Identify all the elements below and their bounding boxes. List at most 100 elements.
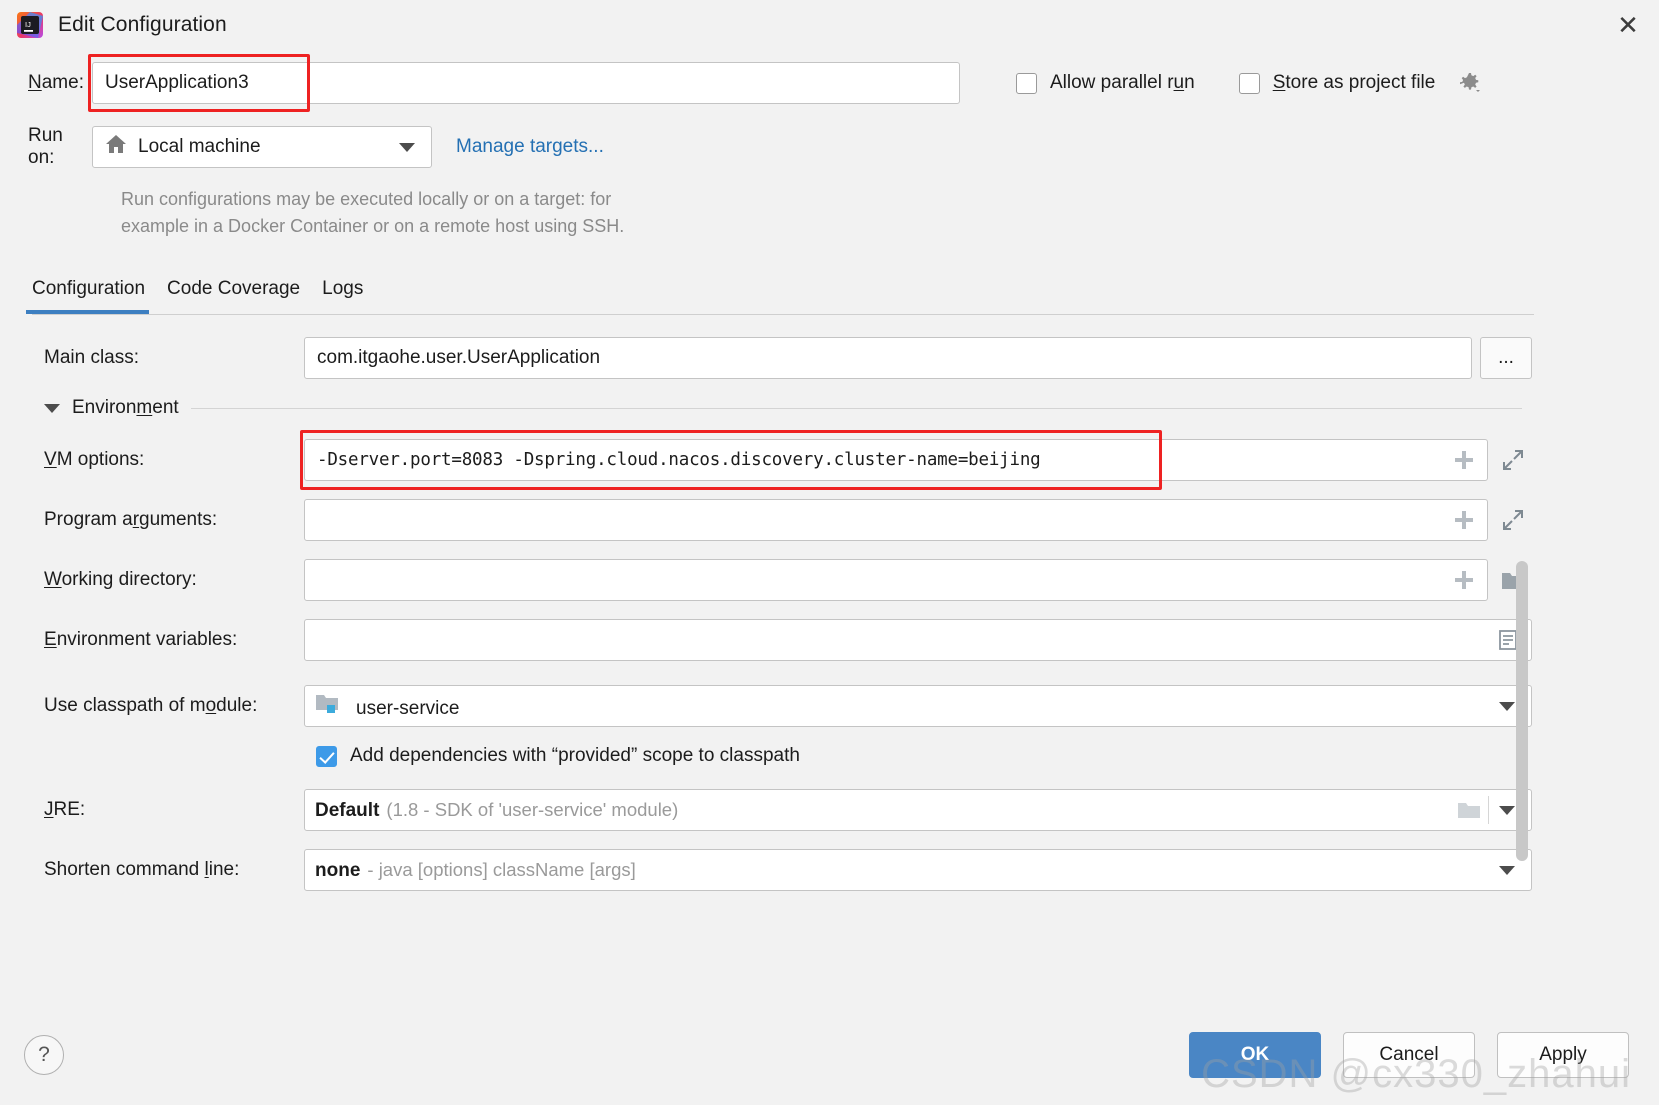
tab-code-coverage[interactable]: Code Coverage (167, 278, 310, 310)
store-as-project-file-label: Store as project file (1272, 72, 1436, 93)
working-directory-input[interactable] (304, 559, 1488, 601)
jre-value-bold: Default (315, 799, 380, 821)
section-divider (190, 407, 1522, 409)
chevron-down-icon[interactable] (1499, 805, 1515, 815)
run-on-hint-line2: example in a Docker Container or on a re… (121, 216, 625, 236)
chevron-down-icon[interactable] (399, 142, 415, 152)
run-on-hint: Run configurations may be executed local… (121, 186, 761, 240)
vm-options-input[interactable]: -Dserver.port=8083 -Dspring.cloud.nacos.… (304, 439, 1488, 481)
chevron-down-icon[interactable] (1499, 865, 1515, 875)
vm-options-control: -Dserver.port=8083 -Dspring.cloud.nacos.… (300, 430, 1532, 490)
working-directory-control (304, 559, 1532, 601)
vm-options-label: VM options: (44, 449, 145, 470)
run-on-value: Local machine (138, 136, 261, 157)
shorten-command-line-row: Shorten command line: none - java [optio… (32, 849, 1534, 891)
main-class-value: com.itgaohe.user.UserApplication (317, 347, 601, 368)
name-field-wrapper: UserApplication3 (88, 54, 960, 112)
run-on-hint-line1: Run configurations may be executed local… (121, 189, 612, 209)
shorten-command-line-value-detail: - java [options] className [args] (367, 858, 636, 880)
scrollbar-thumb[interactable] (1516, 561, 1528, 861)
main-class-input[interactable]: com.itgaohe.user.UserApplication (304, 337, 1472, 379)
shorten-command-line-dropdown[interactable]: none - java [options] className [args] (304, 849, 1532, 891)
main-class-label: Main class: (44, 347, 140, 368)
classpath-module-row: Use classpath of module: user-service (32, 685, 1534, 727)
main-class-browse-button[interactable]: ... (1480, 337, 1532, 379)
vm-options-row: VM options: -Dserver.port=8083 -Dspring.… (32, 430, 1534, 490)
expand-editor-icon[interactable] (1498, 445, 1528, 475)
intellij-idea-logo-icon: IJ (16, 11, 44, 39)
panel-scrollbar[interactable] (1516, 561, 1528, 861)
manage-targets-link[interactable]: Manage targets... (456, 136, 604, 158)
program-arguments-row: Program arguments: (32, 499, 1534, 541)
gear-icon[interactable] (1458, 71, 1482, 95)
environment-variables-control (304, 619, 1532, 661)
jre-value-detail: (1.8 - SDK of 'user-service' module) (386, 798, 679, 820)
allow-parallel-run-label: Allow parallel run (1050, 72, 1195, 93)
classpath-module-dropdown[interactable]: user-service (304, 685, 1532, 727)
program-arguments-control (304, 499, 1532, 541)
ok-button[interactable]: OK (1189, 1032, 1321, 1078)
allow-parallel-run-checkbox-box[interactable] (1016, 72, 1037, 94)
classpath-module-label: Use classpath of module: (44, 695, 258, 716)
run-on-label: Run on: (28, 125, 63, 168)
apply-button[interactable]: Apply (1497, 1032, 1629, 1078)
shorten-command-line-value-wrapper: none - java [options] className [args] (315, 859, 1491, 882)
plus-icon[interactable] (1449, 565, 1479, 595)
jre-row: JRE: Default (1.8 - SDK of 'user-service… (32, 789, 1534, 831)
name-label: Name: (28, 72, 84, 93)
name-row: Name: UserApplication3 Allow parallel ru… (0, 54, 1645, 112)
classpath-module-value: user-service (356, 698, 460, 719)
edit-configuration-dialog: IJ Edit Configuration ✕ Name: UserApplic… (0, 0, 1659, 1105)
jre-value-wrapper: Default (1.8 - SDK of 'user-service' mod… (315, 799, 1456, 822)
chevron-down-icon[interactable] (1499, 701, 1515, 711)
jre-control: Default (1.8 - SDK of 'user-service' mod… (304, 789, 1532, 831)
triangle-down-icon[interactable] (44, 403, 60, 413)
home-icon (105, 134, 127, 160)
plus-icon[interactable] (1449, 445, 1479, 475)
tab-bar: Configuration Code Coverage Logs (25, 270, 1659, 314)
add-provided-dependencies-checkbox-box[interactable] (316, 745, 337, 767)
jre-separator (1488, 796, 1489, 824)
plus-icon[interactable] (1449, 505, 1479, 535)
working-directory-label: Working directory: (44, 569, 197, 590)
tab-configuration[interactable]: Configuration (25, 278, 155, 314)
jre-dropdown[interactable]: Default (1.8 - SDK of 'user-service' mod… (304, 789, 1532, 831)
add-provided-dependencies-checkbox[interactable]: Add dependencies with “provided” scope t… (316, 745, 1534, 767)
run-on-row: Run on: Local machine Manage targets... (0, 122, 1645, 172)
store-as-project-file-checkbox[interactable]: Store as project file (1238, 71, 1483, 95)
module-folder-icon (315, 692, 341, 714)
allow-parallel-run-checkbox[interactable]: Allow parallel run (1016, 72, 1195, 94)
environment-variables-label: Environment variables: (44, 629, 238, 650)
vm-options-value: -Dserver.port=8083 -Dspring.cloud.nacos.… (317, 450, 1041, 470)
jre-label: JRE: (44, 799, 86, 820)
help-button[interactable]: ? (24, 1035, 64, 1075)
main-class-control: com.itgaohe.user.UserApplication ... (304, 337, 1532, 379)
store-as-project-file-checkbox-box[interactable] (1238, 72, 1260, 94)
run-on-dropdown[interactable]: Local machine (92, 126, 432, 168)
title-bar: IJ Edit Configuration ✕ (0, 0, 1659, 50)
add-provided-dependencies-label: Add dependencies with “provided” scope t… (350, 745, 800, 766)
program-arguments-input[interactable] (304, 499, 1488, 541)
close-icon[interactable]: ✕ (1611, 8, 1645, 42)
run-on-value-wrapper: Local machine (105, 134, 399, 160)
expand-editor-icon[interactable] (1498, 505, 1528, 535)
tab-logs[interactable]: Logs (322, 278, 373, 310)
environment-variables-row: Environment variables: (32, 619, 1534, 661)
environment-section-header: Environment (44, 397, 1534, 419)
top-settings-area: Name: UserApplication3 Allow parallel ru… (0, 50, 1659, 240)
environment-section-title: Environment (72, 397, 179, 418)
cancel-button[interactable]: Cancel (1343, 1032, 1475, 1078)
program-arguments-label: Program arguments: (44, 509, 218, 530)
svg-text:IJ: IJ (25, 20, 31, 29)
environment-variables-input[interactable] (304, 619, 1532, 661)
name-input[interactable]: UserApplication3 (92, 62, 960, 104)
shorten-command-line-value-bold: none (315, 859, 361, 881)
classpath-module-control: user-service (304, 685, 1532, 727)
working-directory-row: Working directory: (32, 559, 1534, 601)
dialog-footer: ? OK Cancel Apply (0, 1005, 1659, 1105)
classpath-module-value-wrapper: user-service (315, 692, 1491, 720)
shorten-command-line-label: Shorten command line: (44, 859, 240, 880)
main-class-row: Main class: com.itgaohe.user.UserApplica… (32, 337, 1534, 379)
folder-icon[interactable] (1456, 799, 1482, 821)
window-title: Edit Configuration (58, 13, 227, 36)
